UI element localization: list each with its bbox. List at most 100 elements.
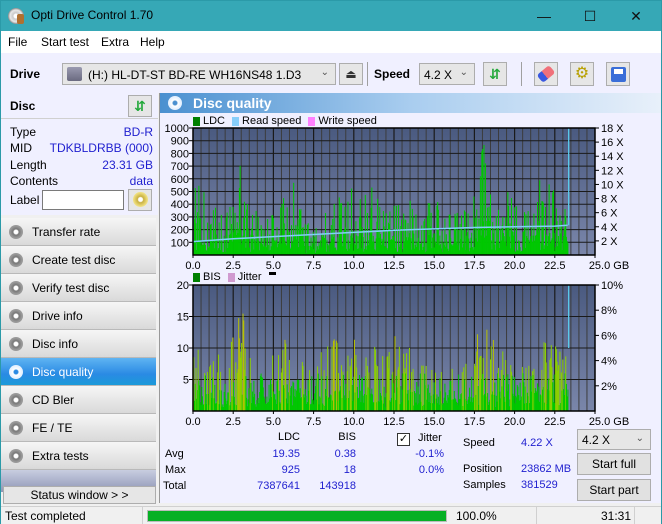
x-tick-label: 15.0 — [423, 416, 444, 427]
disc-mid-label: MID — [10, 141, 32, 155]
ldc-bar — [539, 180, 541, 255]
start-part-button[interactable]: Start part — [577, 479, 651, 501]
nav-label: FE / TE — [32, 421, 73, 435]
progress-bar — [147, 510, 447, 522]
nav-fe-te[interactable]: FE / TE — [1, 414, 156, 442]
y-tick-label: 300 — [171, 212, 189, 224]
chevron-down-icon: ⌄ — [635, 433, 644, 444]
status-text: Test completed — [5, 509, 86, 523]
total-ldc: 7387641 — [257, 480, 300, 492]
y-tick-label: 10 — [177, 343, 189, 355]
y-tick-label: 500 — [171, 187, 189, 199]
ldc-bar — [516, 206, 518, 255]
disc-header-title: Disc — [10, 99, 36, 113]
disc-label-label: Label — [10, 193, 40, 207]
x-tick-label: 7.5 — [306, 260, 321, 272]
x-tick-label: 10.0 — [343, 260, 364, 272]
menu-file[interactable]: File — [8, 35, 27, 49]
bis-bar — [382, 356, 384, 411]
x-tick-label: 17.5 — [464, 260, 485, 272]
nav-extra-tests[interactable]: Extra tests — [1, 442, 156, 470]
eject-button[interactable]: ⏏ — [339, 63, 363, 85]
disc-quality-icon — [9, 365, 23, 379]
menu-help[interactable]: Help — [140, 35, 165, 49]
bis-bar — [421, 365, 423, 411]
bis-bar — [398, 346, 400, 411]
floppy-disk-icon — [610, 66, 626, 82]
speed-label: Speed — [374, 67, 411, 81]
disc-header: Disc ⇵ — [1, 93, 158, 119]
max-ldc: 925 — [281, 464, 300, 476]
jitter-checkbox[interactable]: ✓ — [397, 433, 410, 446]
y2-tick-label: 6 X — [601, 208, 618, 220]
bis-bar — [545, 362, 547, 411]
ldc-bar — [364, 194, 366, 255]
bis-bar — [336, 342, 338, 411]
panel-header: Disc quality — [160, 93, 661, 113]
nav-create-test-disc[interactable]: Create test disc — [1, 246, 156, 274]
nav-disc-info[interactable]: Disc info — [1, 330, 156, 358]
bis-bar — [559, 351, 561, 411]
status-divider — [536, 507, 537, 524]
minimize-button[interactable]: — — [521, 1, 567, 31]
disc-label-input[interactable] — [42, 190, 124, 210]
save-button[interactable] — [606, 62, 630, 86]
nav-transfer-rate[interactable]: Transfer rate — [1, 218, 156, 246]
nav-label: Disc quality — [32, 365, 94, 379]
gears-icon: ⚙ — [574, 65, 590, 82]
status-divider — [142, 507, 143, 524]
test-speed-select[interactable]: 4.2 X ⌄ — [577, 429, 651, 450]
maximize-button[interactable]: ☐ — [567, 1, 613, 31]
nav-drive-info[interactable]: Drive info — [1, 302, 156, 330]
bis-bar — [323, 370, 325, 411]
nav-cd-bler[interactable]: CD Bler — [1, 386, 156, 414]
drive-label: Drive — [10, 67, 41, 81]
erase-button[interactable] — [534, 62, 558, 86]
disc-quality-icon — [168, 96, 182, 110]
disc-length-row: Length 23.31 GB — [10, 158, 153, 174]
start-full-button[interactable]: Start full — [577, 453, 651, 475]
status-bar: Test completed 100.0% 31:31 — [1, 506, 661, 524]
col-jitter-header: Jitter — [418, 432, 442, 444]
ldc-bar — [513, 207, 515, 255]
menu-start-test[interactable]: Start test — [41, 35, 89, 49]
bis-bar — [235, 362, 237, 411]
samples-value: 381529 — [521, 479, 558, 491]
nav-label: Drive info — [32, 309, 83, 323]
y2-tick-label: 12 X — [601, 165, 624, 177]
col-ldc-header: LDC — [277, 431, 300, 443]
ldc-bar — [542, 202, 544, 255]
y2-tick-label: 18 X — [601, 123, 624, 135]
transfer-rate-icon — [9, 225, 23, 239]
x-tick-label: 25.0 GB — [589, 260, 629, 272]
y2-tick-label: 2 X — [601, 236, 618, 248]
speed-select[interactable]: 4.2 X ⌄ — [419, 63, 475, 85]
x-tick-label: 12.5 — [383, 260, 404, 272]
close-button[interactable]: ✕ — [613, 1, 659, 31]
y-tick-label: 400 — [171, 199, 189, 211]
x-tick-label: 15.0 — [423, 260, 444, 272]
status-window-button[interactable]: Status window > > — [3, 486, 156, 504]
y-tick-label: 900 — [171, 136, 189, 148]
disc-label-button[interactable] — [128, 189, 152, 211]
disc-refresh-button[interactable]: ⇵ — [128, 95, 152, 117]
bis-bar — [228, 367, 230, 411]
menu-extra[interactable]: Extra — [101, 35, 129, 49]
max-jitter: 0.0% — [418, 464, 444, 476]
disc-mid-value: TDKBLDRBB (000) — [49, 141, 153, 155]
title-bar: Opti Drive Control 1.70 — ☐ ✕ — [1, 1, 661, 31]
ldc-bar — [333, 203, 335, 255]
ldc-bar — [441, 230, 443, 255]
toolbar-separator — [367, 62, 368, 86]
nav-disc-quality[interactable]: Disc quality — [1, 358, 156, 386]
eraser-icon — [536, 65, 556, 83]
position-label: Position — [463, 463, 503, 475]
drive-select[interactable]: (H:) HL-DT-ST BD-RE WH16NS48 1.D3 ⌄ — [62, 63, 336, 85]
fe-te-icon — [9, 421, 23, 435]
status-divider — [634, 507, 635, 524]
nav-verify-test-disc[interactable]: Verify test disc — [1, 274, 156, 302]
refresh-button[interactable]: ⇵ — [483, 62, 507, 86]
disc-type-value: BD-R — [123, 125, 153, 139]
settings-button[interactable]: ⚙ — [570, 62, 594, 86]
drive-select-value: (H:) HL-DT-ST BD-RE WH16NS48 1.D3 — [88, 68, 302, 82]
